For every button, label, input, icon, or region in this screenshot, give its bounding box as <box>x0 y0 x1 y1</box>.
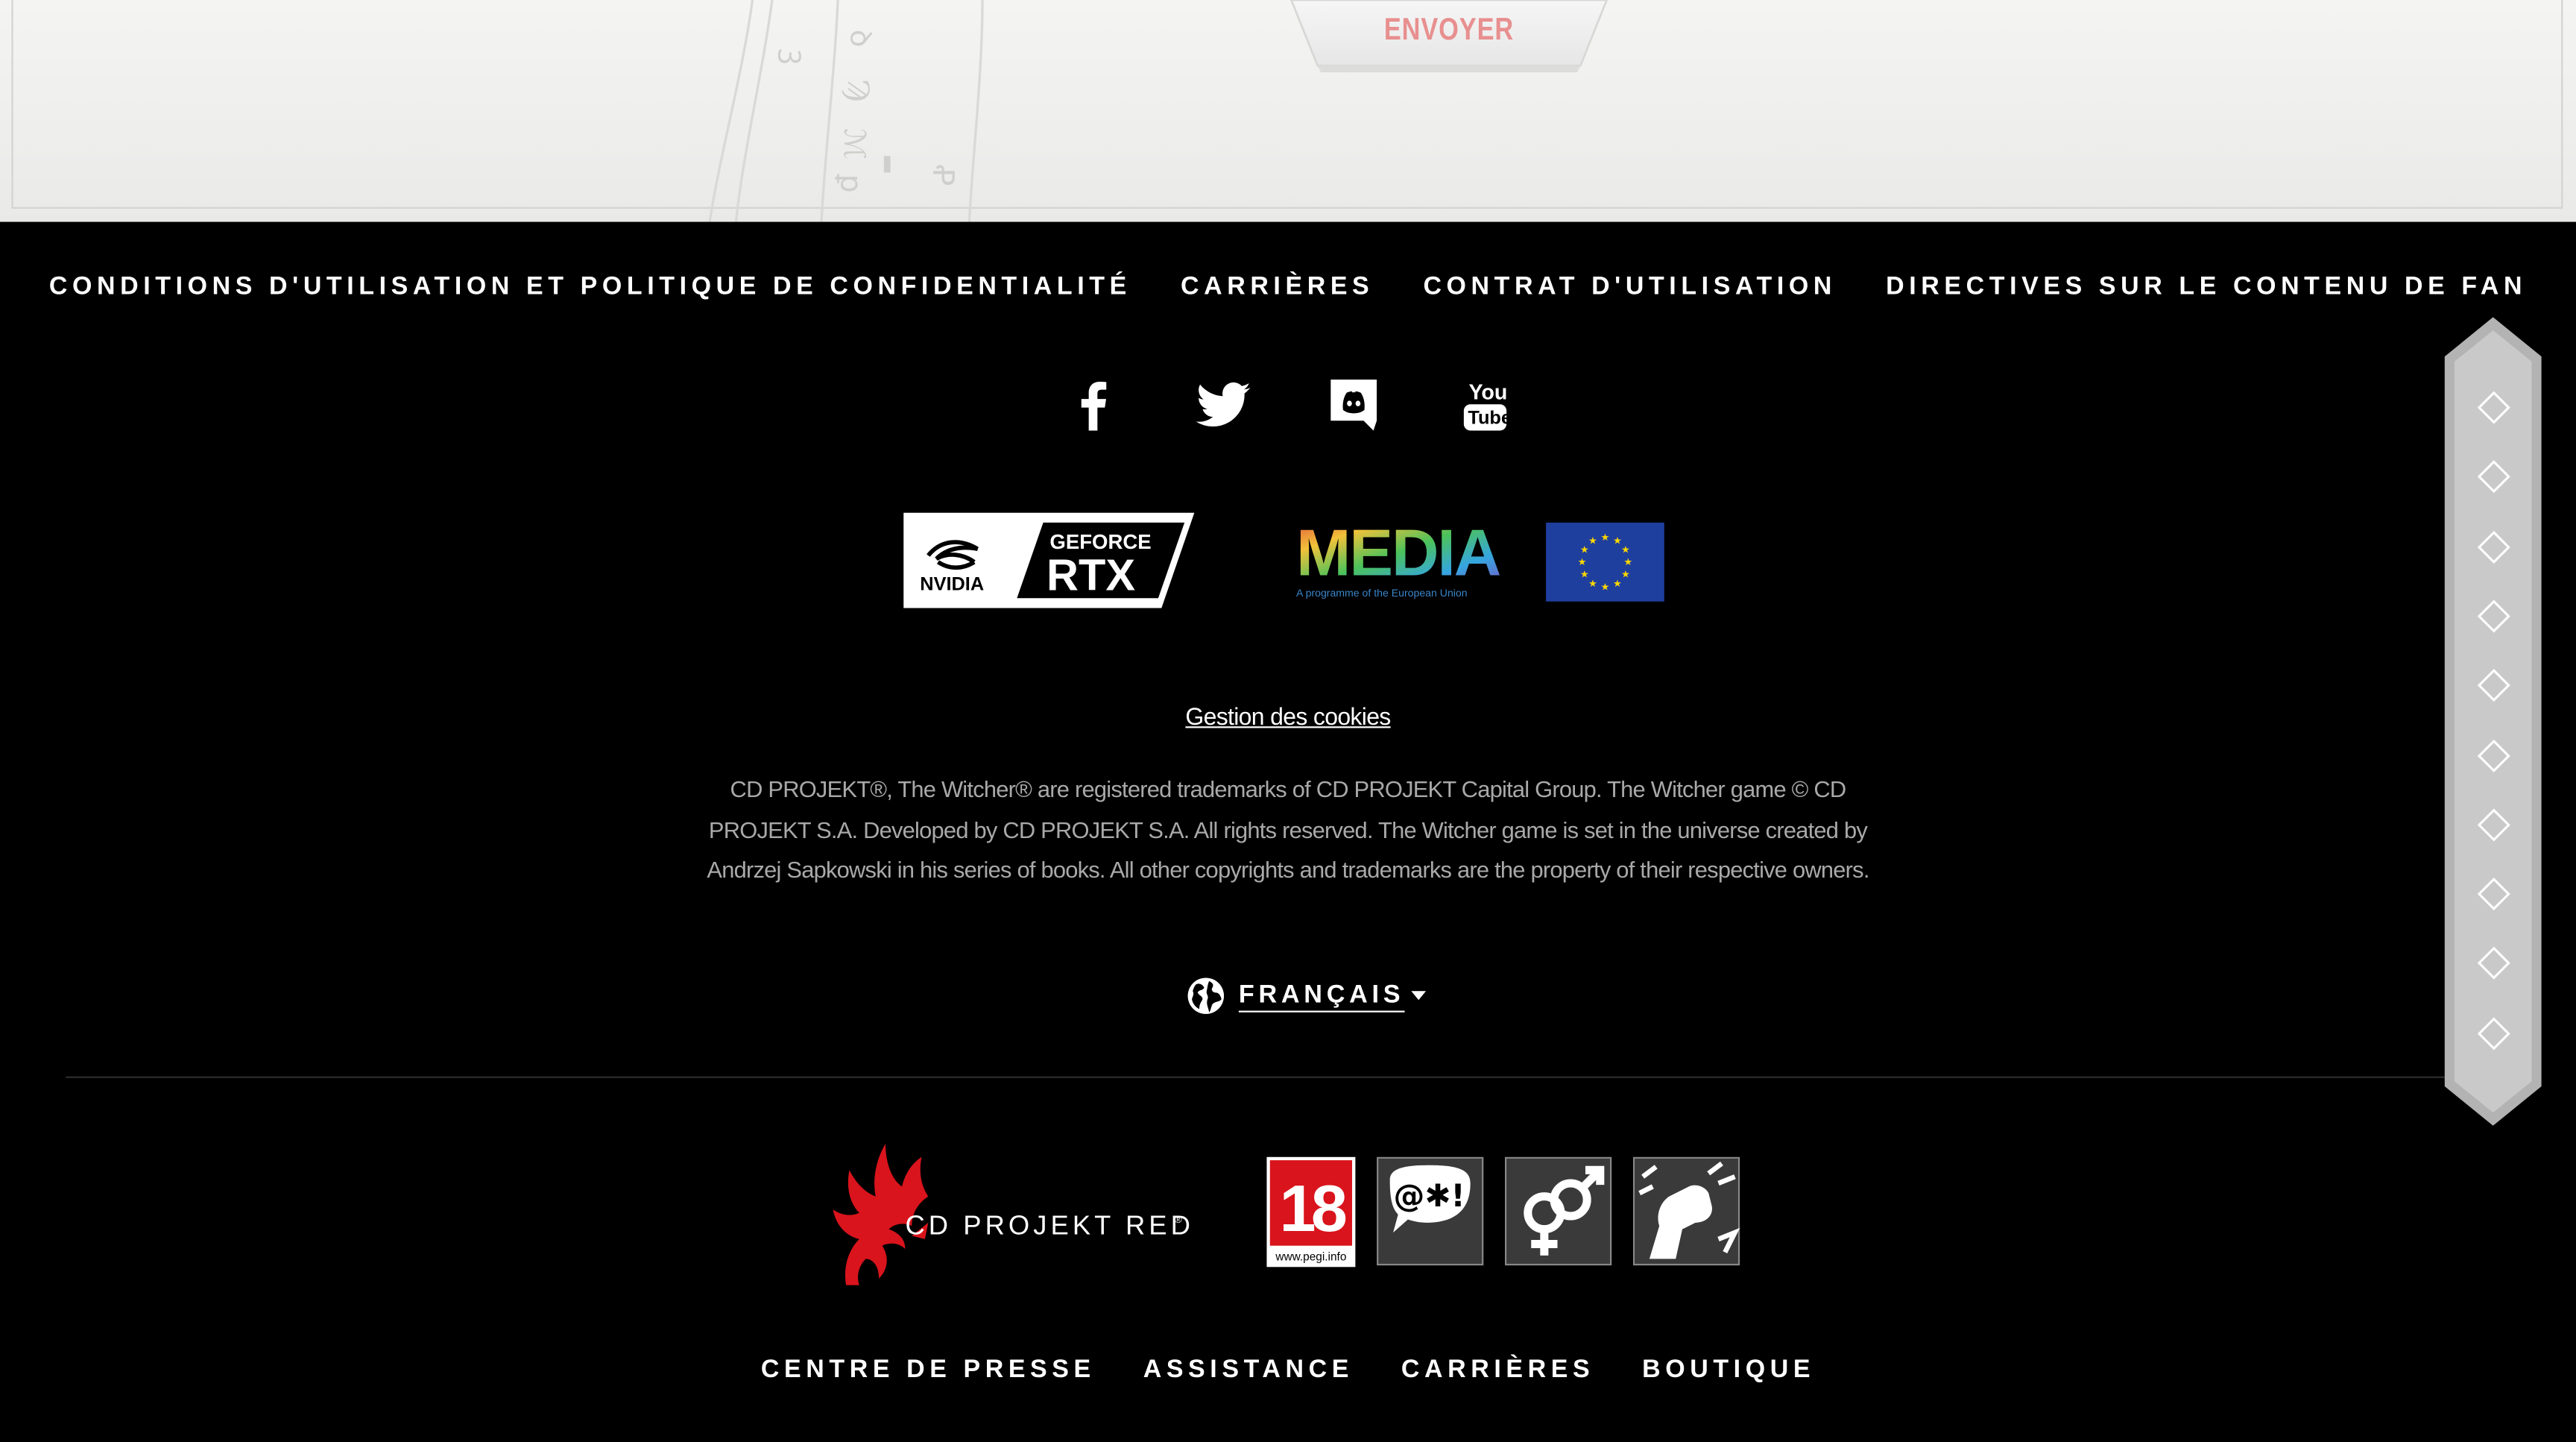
svg-text:ꝑ: ꝑ <box>833 174 868 193</box>
language-selector[interactable]: FRANÇAIS <box>1186 976 1426 1016</box>
diamond-icon <box>2477 669 2510 702</box>
side-nav-dot[interactable] <box>2477 391 2510 424</box>
side-nav-dot[interactable] <box>2477 599 2510 633</box>
press-center-link[interactable]: CENTRE DE PRESSE <box>761 1356 1096 1388</box>
facebook-icon <box>1081 382 1107 431</box>
diamond-icon <box>2477 1016 2510 1050</box>
footer-legal-nav: CONDITIONS D'UTILISATION ET POLITIQUE DE… <box>0 273 2576 306</box>
svg-text:You: You <box>1468 381 1507 405</box>
submit-label: ENVOYER <box>1383 13 1515 48</box>
pegi-site: www.pegi.info <box>1275 1251 1346 1264</box>
pegi-18-rating: 18 www.pegi.info <box>1266 1156 1356 1268</box>
nvidia-brand: NVIDIA <box>920 573 984 594</box>
careers-link[interactable]: CARRIÈRES <box>1181 273 1374 306</box>
diamond-icon <box>2477 530 2510 564</box>
svg-text:ℳ: ℳ <box>837 128 871 160</box>
svg-text:®: ® <box>1175 1214 1182 1225</box>
svg-text:Ϡ: Ϡ <box>840 79 874 102</box>
side-nav-dot[interactable] <box>2477 530 2510 564</box>
svg-text:Tube: Tube <box>1468 408 1512 429</box>
facebook-link[interactable] <box>1064 375 1123 434</box>
side-nav-dot[interactable] <box>2477 460 2510 494</box>
diamond-icon <box>2477 807 2510 842</box>
media-eu-logo: MEDIA A programme of the European Union … <box>1296 516 1664 602</box>
media-subtitle: A programme of the European Union <box>1296 587 1468 599</box>
media-title: MEDIA <box>1296 516 1500 589</box>
globe-icon <box>1187 977 1225 1014</box>
nvidia-geforce-rtx-logo: NVIDIA GEFORCE RTX <box>903 512 1195 608</box>
caret-down-icon <box>1411 991 1426 1001</box>
svg-text:★: ★ <box>1588 579 1597 590</box>
diamond-icon <box>2477 947 2510 980</box>
rtx-text: RTX <box>1046 550 1135 599</box>
svg-text:★: ★ <box>1613 579 1622 590</box>
shop-link[interactable]: BOUTIQUE <box>1642 1356 1815 1388</box>
svg-text:Ꝓ: Ꝓ <box>926 164 960 186</box>
user-agreement-link[interactable]: CONTRAT D'UTILISATION <box>1423 273 1837 306</box>
youtube-link[interactable]: You Tube <box>1456 375 1515 434</box>
sex-icon <box>1504 1156 1612 1266</box>
side-nav-dot[interactable] <box>2477 669 2510 702</box>
language-label: FRANÇAIS <box>1238 980 1405 1012</box>
side-nav-frame <box>2444 317 2542 1126</box>
side-nav-dot[interactable] <box>2477 947 2510 980</box>
brand-name: CD PROJEKT RED <box>905 1209 1191 1240</box>
cd-projekt-red-logo: CD PROJEKT RED ® <box>833 1144 1191 1285</box>
social-links: You Tube <box>1064 375 1524 434</box>
side-nav-dot[interactable] <box>2477 878 2510 911</box>
section-side-nav <box>2444 317 2542 1126</box>
legal-text: CD PROJEKT®, The Witcher® are registered… <box>707 775 1869 883</box>
submit-button[interactable]: ENVOYER <box>1288 0 1610 72</box>
footer-corporate-nav: CENTRE DE PRESSE ASSISTANCE CARRIÈRES BO… <box>0 1356 2576 1388</box>
form-frame <box>11 0 2563 209</box>
svg-text:★: ★ <box>1588 536 1597 547</box>
svg-text:★: ★ <box>1600 582 1609 593</box>
fan-content-guidelines-link[interactable]: DIRECTIVES SUR LE CONTENU DE FAN <box>1886 273 2527 306</box>
cookie-settings-link[interactable]: Gestion des cookies <box>1185 705 1391 731</box>
terms-privacy-link[interactable]: CONDITIONS D'UTILISATION ET POLITIQUE DE… <box>49 273 1131 306</box>
support-link[interactable]: ASSISTANCE <box>1143 1356 1354 1388</box>
careers-link-bottom[interactable]: CARRIÈRES <box>1401 1356 1594 1388</box>
submit-button-wrap: ENVOYER <box>1288 0 1610 72</box>
svg-text:★: ★ <box>1621 545 1630 556</box>
bad-language-icon: @✱! <box>1377 1156 1484 1266</box>
svg-text:★: ★ <box>1623 557 1632 568</box>
cookies-row: Gestion des cookies <box>0 703 2576 733</box>
form-section: ꝫ ꝺ Ϡ ℳ ꝑ Ꝓ ENVOYER <box>0 0 2576 222</box>
diamond-icon <box>2477 391 2510 424</box>
diamond-icon <box>2477 738 2510 772</box>
youtube-icon: You Tube <box>1463 381 1512 431</box>
diamond-icon <box>2477 599 2510 633</box>
violence-icon <box>1632 1156 1740 1266</box>
svg-text:★: ★ <box>1621 570 1630 581</box>
partner-logos: NVIDIA GEFORCE RTX MEDIA A programme of … <box>902 512 1674 611</box>
svg-text:★: ★ <box>1600 532 1609 544</box>
svg-text:@✱!: @✱! <box>1394 1177 1465 1214</box>
diamond-icon <box>2477 878 2510 911</box>
side-nav-dot[interactable] <box>2477 1016 2510 1050</box>
svg-text:ꝫ: ꝫ <box>777 49 812 66</box>
discord-link[interactable] <box>1325 375 1383 434</box>
decorative-rune-ring: ꝫ ꝺ Ϡ ℳ ꝑ Ꝓ <box>708 0 984 222</box>
twitter-icon <box>1196 382 1251 427</box>
discord-icon <box>1330 380 1377 431</box>
diamond-icon <box>2477 460 2510 494</box>
svg-text:ꝺ: ꝺ <box>844 30 878 48</box>
twitter-link[interactable] <box>1193 375 1251 434</box>
side-nav-dot[interactable] <box>2477 807 2510 842</box>
footer-divider <box>66 1076 2449 1078</box>
svg-text:★: ★ <box>1578 557 1587 568</box>
svg-text:★: ★ <box>1580 570 1589 581</box>
side-nav-dot[interactable] <box>2477 738 2510 772</box>
pegi-age: 18 <box>1279 1171 1345 1245</box>
